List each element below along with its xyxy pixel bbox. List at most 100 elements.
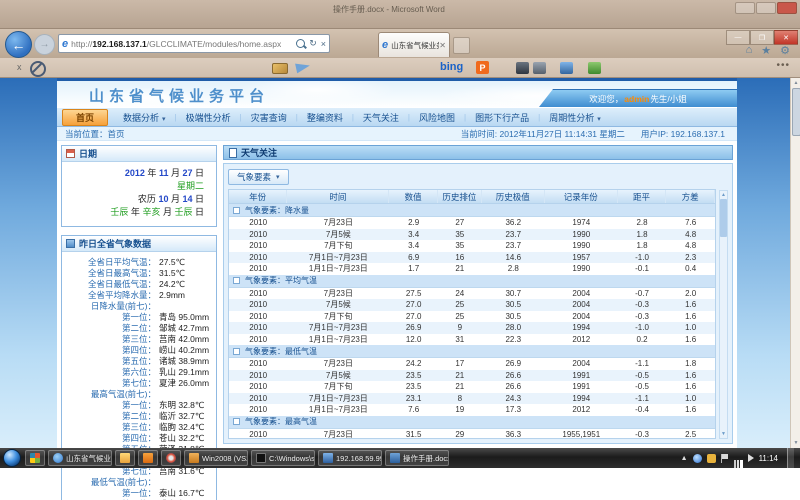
tray-app-icon[interactable] [693, 454, 702, 463]
taskbar-button-3[interactable] [138, 450, 158, 466]
search-icon[interactable] [296, 39, 305, 48]
table-row[interactable]: 20107月5候23.52126.61991-0.51.6 [229, 370, 715, 382]
tools-gear-icon[interactable]: ⚙ [780, 44, 790, 57]
column-header-2[interactable]: 数值 [389, 190, 438, 203]
column-header-7[interactable]: 方差 [666, 190, 715, 203]
addon-icon-4[interactable] [588, 62, 601, 74]
addon-icon-3[interactable] [560, 62, 573, 74]
window-controls[interactable]: — ❐ ✕ [726, 30, 798, 45]
collapse-checkbox[interactable] [233, 207, 240, 214]
nav-item-0[interactable]: 首页 [62, 109, 108, 126]
background-window-controls[interactable] [735, 2, 797, 14]
stop-icon[interactable]: × [321, 39, 326, 49]
table-row[interactable]: 20101月1日~7月23日12.03122.320120.21.6 [229, 334, 715, 346]
scroll-down-icon[interactable]: ▼ [792, 440, 800, 446]
table-row[interactable]: 20107月5候27.02530.52004-0.31.6 [229, 299, 715, 311]
scroll-up-icon[interactable]: ▲ [792, 80, 800, 86]
taskbar-button-5[interactable]: Win2008 (VS2... [184, 450, 248, 466]
nav-item-8[interactable]: 周期性分析▾ [540, 111, 610, 124]
table-row[interactable]: 20107月23日31.52936.31955,1951-0.32.5 [229, 429, 715, 440]
nav-item-2[interactable]: 极端性分析 [177, 111, 240, 124]
column-header-6[interactable]: 距平 [618, 190, 667, 203]
table-group-header[interactable]: 气象要素：平均气温 [229, 275, 715, 288]
new-tab-button[interactable] [453, 37, 470, 54]
taskbar-clock[interactable]: 11:14 [759, 454, 778, 463]
column-header-0[interactable]: 年份 [229, 190, 287, 203]
window-scroll-thumb[interactable] [792, 88, 800, 136]
minimize-button[interactable]: — [726, 30, 750, 45]
column-header-5[interactable]: 记录年份 [545, 190, 618, 203]
table-group-header[interactable]: 气象要素：降水量 [229, 204, 715, 217]
column-header-4[interactable]: 历史极值 [482, 190, 545, 203]
forward-button[interactable]: → [34, 34, 55, 55]
url-text[interactable]: http://192.168.137.1/GLCCLIMATE/modules/… [71, 39, 281, 49]
table-row[interactable]: 20101月1日~7月23日1.7212.81990-0.10.4 [229, 263, 715, 275]
element-filter-button[interactable]: 气象要素 ▾ [228, 169, 289, 185]
table-row[interactable]: 20107月1日~7月23日26.9928.01994-1.01.0 [229, 322, 715, 334]
blocked-circle-icon[interactable] [30, 61, 46, 77]
addon-icon-2[interactable] [533, 62, 546, 74]
taskbar-button-2[interactable] [115, 450, 135, 466]
p-badge-icon[interactable]: P [476, 61, 489, 74]
mail-plane-icon[interactable] [295, 61, 311, 74]
tray-app-icon-2[interactable] [707, 454, 716, 463]
scroll-down-icon[interactable]: ▼ [720, 431, 727, 437]
column-header-1[interactable]: 时间 [287, 190, 389, 203]
maximize-icon[interactable] [756, 2, 776, 14]
table-group-header[interactable]: 气象要素：最低气温 [229, 345, 715, 358]
nav-item-4[interactable]: 整编资料 [298, 111, 352, 124]
column-header-3[interactable]: 历史排位 [438, 190, 482, 203]
window-scrollbar[interactable]: ▲ ▼ [790, 78, 800, 448]
back-button[interactable]: ← [5, 31, 32, 58]
taskbar-button-6[interactable]: C:\Windows\s... [251, 450, 315, 466]
table-row[interactable]: 20107月23日2.92736.219742.87.6 [229, 217, 715, 229]
taskbar-button-8[interactable]: 操作手册.docx ... [385, 450, 449, 466]
taskbar-button-4[interactable] [161, 450, 181, 466]
show-desktop-button[interactable] [787, 448, 794, 468]
bing-logo[interactable]: bing [440, 61, 463, 73]
table-row[interactable]: 20107月下旬3.43523.719901.84.8 [229, 240, 715, 252]
speaker-icon[interactable] [748, 454, 754, 462]
more-icon[interactable]: ••• [776, 60, 790, 71]
refresh-icon[interactable]: ↻ [309, 38, 317, 49]
collapse-checkbox[interactable] [233, 348, 240, 355]
table-row[interactable]: 20107月23日27.52430.72004-0.72.0 [229, 288, 715, 300]
card-icon[interactable] [272, 63, 288, 74]
minimize-icon[interactable] [735, 2, 755, 14]
close-button[interactable]: ✕ [774, 30, 798, 45]
close-icon[interactable] [777, 2, 797, 14]
taskbar-button-0[interactable] [25, 450, 45, 466]
table-row[interactable]: 20107月下旬23.52126.61991-0.51.6 [229, 381, 715, 393]
table-row[interactable]: 20107月1日~7月23日6.91614.61957-1.02.3 [229, 252, 715, 264]
taskbar-button-7[interactable]: 192.168.59.99... [318, 450, 382, 466]
scroll-up-icon[interactable]: ▲ [720, 192, 727, 198]
nav-item-1[interactable]: 数据分析▾ [114, 111, 175, 124]
maximize-button[interactable]: ❐ [750, 30, 774, 45]
nav-item-6[interactable]: 风险地图 [410, 111, 464, 124]
table-row[interactable]: 20107月23日24.21726.92004-1.11.8 [229, 358, 715, 370]
action-center-flag-icon[interactable] [721, 454, 729, 463]
favorites-star-icon[interactable]: ★ [761, 44, 771, 57]
tab-close-icon[interactable]: ✕ [439, 41, 446, 50]
taskbar-button-1[interactable]: 山东省气候业... [48, 450, 112, 466]
collapse-checkbox[interactable] [233, 277, 240, 284]
addon-icon-1[interactable] [516, 62, 529, 74]
scroll-thumb[interactable] [720, 199, 727, 237]
nav-item-3[interactable]: 灾害查询 [242, 111, 296, 124]
network-icon[interactable] [734, 460, 743, 468]
hidden-icons-caret[interactable]: ▲ [681, 455, 688, 462]
start-button[interactable] [3, 449, 21, 467]
table-group-header[interactable]: 气象要素：最高气温 [229, 416, 715, 429]
table-row[interactable]: 20101月1日~7月23日7.61917.32012-0.41.6 [229, 404, 715, 416]
table-row[interactable]: 20107月下旬27.02530.52004-0.31.6 [229, 311, 715, 323]
address-bar[interactable]: e http://192.168.137.1/GLCCLIMATE/module… [58, 34, 330, 53]
nav-item-7[interactable]: 图形下行产品 [466, 111, 538, 124]
browser-tab[interactable]: e 山东省气候业务平... ✕ [378, 32, 450, 57]
table-row[interactable]: 20107月5候3.43523.719901.84.8 [229, 229, 715, 241]
addon-close-button[interactable]: x [17, 62, 22, 72]
table-scrollbar[interactable]: ▲ ▼ [719, 190, 728, 439]
collapse-checkbox[interactable] [233, 418, 240, 425]
nav-item-5[interactable]: 天气关注 [354, 111, 408, 124]
table-row[interactable]: 20107月1日~7月23日23.1824.31994-1.11.0 [229, 393, 715, 405]
home-icon[interactable]: ⌂ [746, 44, 753, 57]
